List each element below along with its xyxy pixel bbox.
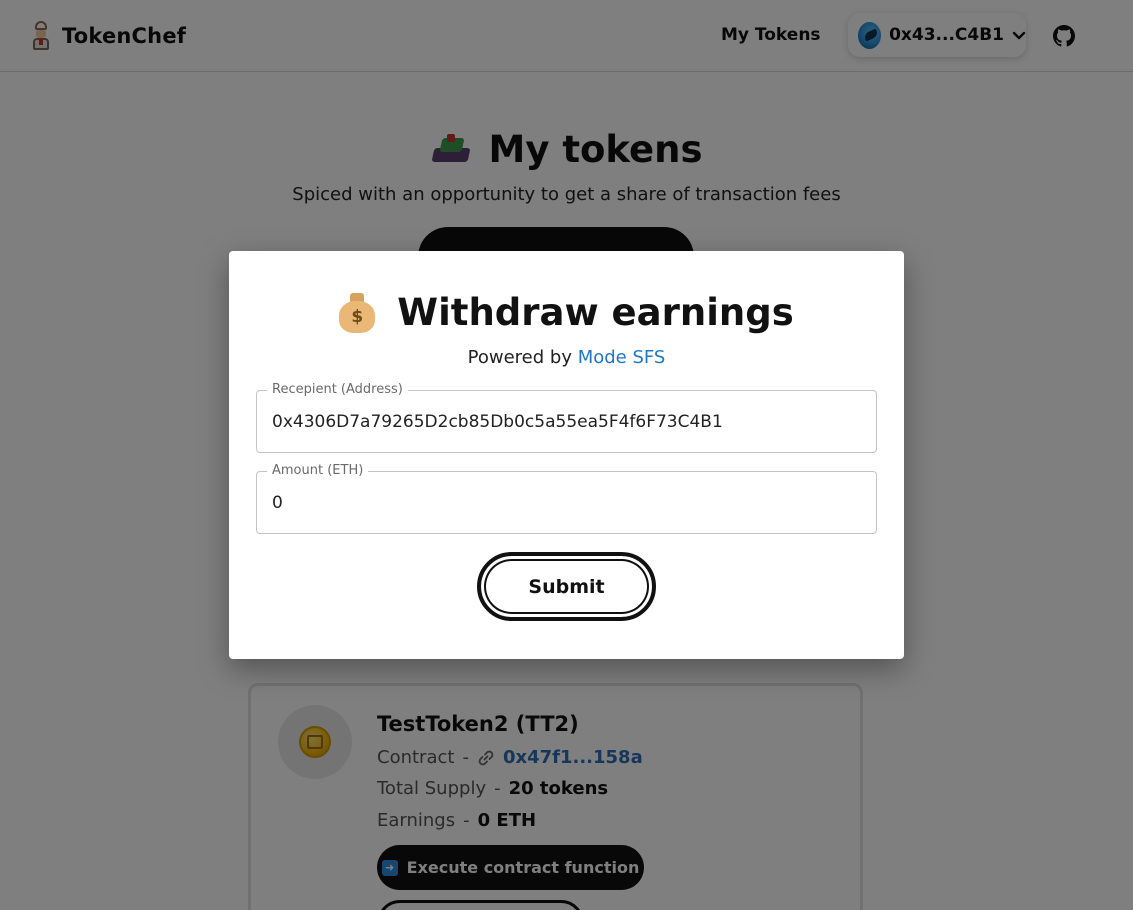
withdraw-earnings-modal: $ Withdraw earnings Powered by Mode SFS … (229, 251, 904, 659)
mode-sfs-link[interactable]: Mode SFS (578, 347, 666, 368)
modal-title-row: $ Withdraw earnings (229, 291, 904, 334)
money-bag-icon: $ (339, 292, 376, 333)
submit-button[interactable]: Submit (477, 552, 656, 621)
recipient-field: Recepient (Address) (256, 382, 877, 453)
powered-by-line: Powered by Mode SFS (229, 347, 904, 368)
modal-title: Withdraw earnings (397, 291, 794, 334)
powered-by-prefix: Powered by (467, 347, 572, 368)
amount-label: Amount (ETH) (267, 463, 369, 479)
recipient-input[interactable] (272, 409, 862, 435)
amount-field: Amount (ETH) (256, 463, 877, 534)
amount-input[interactable] (272, 490, 862, 516)
recipient-label: Recepient (Address) (267, 382, 408, 398)
